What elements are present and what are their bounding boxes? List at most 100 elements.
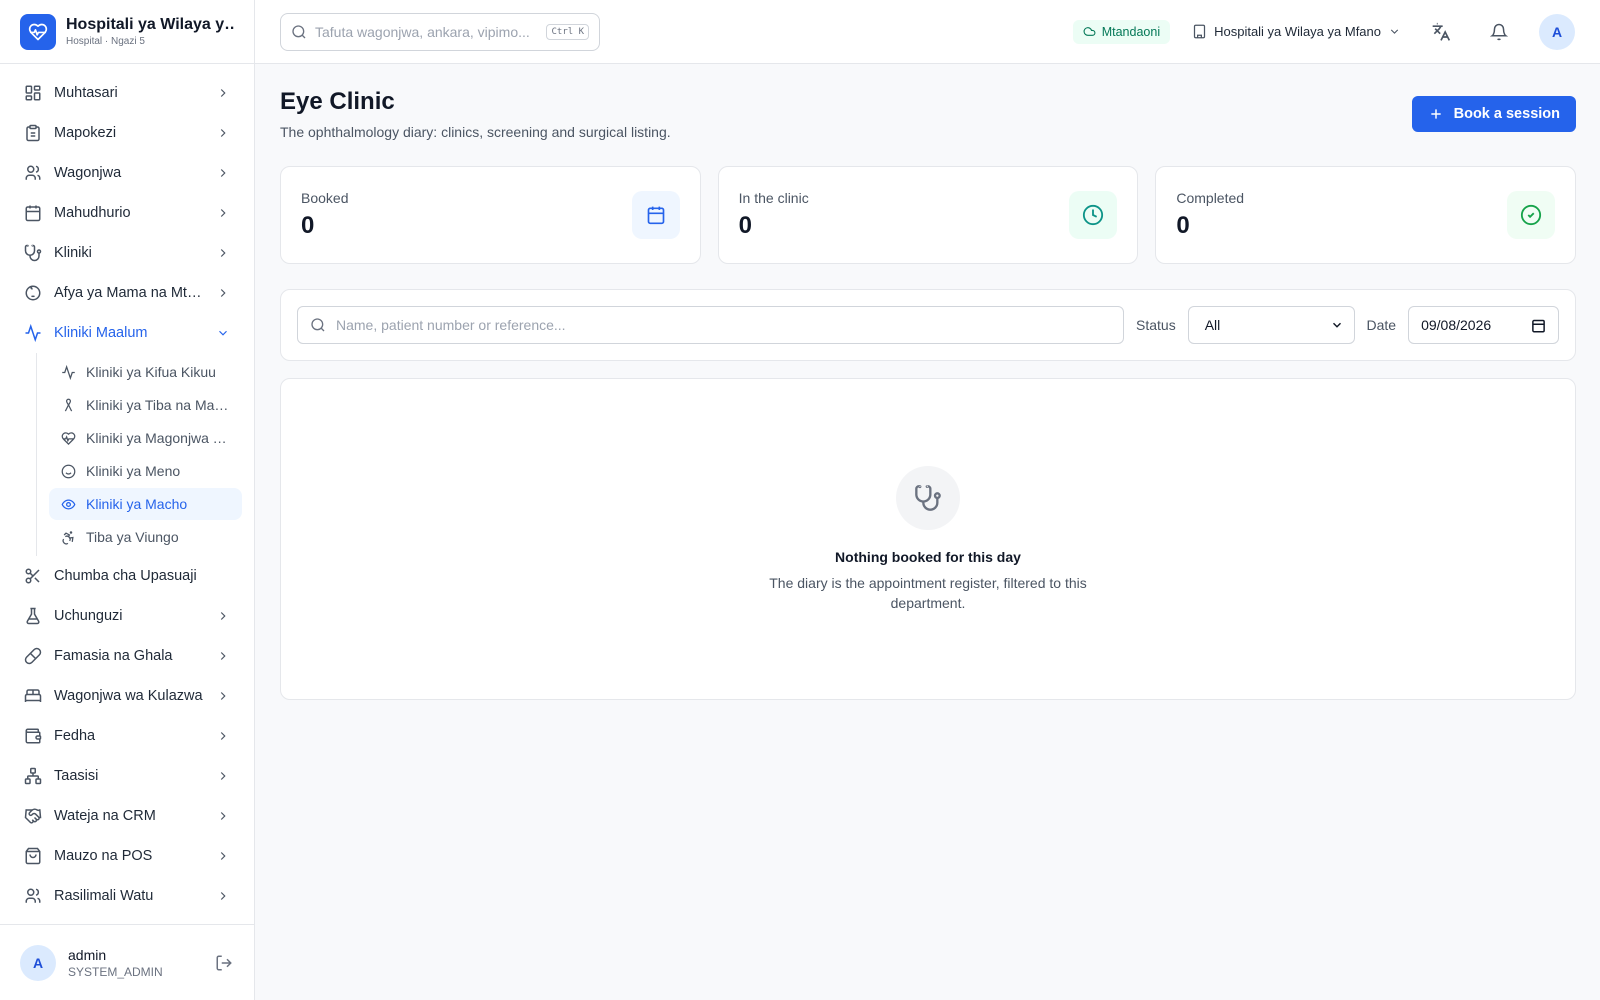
sidebar-subitem-magonjwa[interactable]: Kliniki ya Magonjwa Yasiyoambukiza <box>49 422 242 454</box>
diary-search-field[interactable] <box>297 306 1125 344</box>
connection-status-label: Mtandaoni <box>1101 24 1161 39</box>
diary-search-input[interactable] <box>336 317 1112 333</box>
eye-icon <box>61 497 76 512</box>
heart-pulse-icon <box>61 431 76 446</box>
date-input[interactable]: 09/08/2026 <box>1408 306 1559 344</box>
stethoscope-icon <box>896 466 960 530</box>
chevron-down-icon <box>216 326 230 340</box>
date-input-value: 09/08/2026 <box>1421 317 1492 333</box>
sidebar-item-label: Kliniki Maalum <box>54 325 148 341</box>
sidebar-item-uchunguzi[interactable]: Uchunguzi <box>12 596 242 636</box>
sidebar-item-wagonjwa[interactable]: Wagonjwa <box>12 153 242 193</box>
calendar-icon[interactable] <box>1531 318 1546 333</box>
chevron-right-icon <box>216 689 230 703</box>
smile-icon <box>61 464 76 479</box>
filter-bar: Status All Date 09/08/2026 <box>280 289 1576 361</box>
baby-icon <box>24 284 42 302</box>
sidebar-subitem-label: Kliniki ya Kifua Kikuu <box>86 364 216 380</box>
sidebar-subitem-tiba-matunzo[interactable]: Kliniki ya Tiba na Matunzo <box>49 389 242 421</box>
sidebar-item-kliniki[interactable]: Kliniki <box>12 233 242 273</box>
connection-status-badge: Mtandaoni <box>1072 19 1171 44</box>
sidebar-item-muhtasari[interactable]: Muhtasari <box>12 73 242 113</box>
sidebar-subitem-meno[interactable]: Kliniki ya Meno <box>49 455 242 487</box>
sidebar-item-label: Rasilimali Watu <box>54 888 154 904</box>
plus-icon <box>1428 106 1444 122</box>
facility-switcher[interactable]: Hospitali ya Wilaya ya Mfano <box>1192 24 1401 39</box>
wallet-icon <box>24 727 42 745</box>
brand[interactable]: Hospitali ya Wilaya ya Mfano Hospital · … <box>0 0 254 64</box>
brand-title: Hospitali ya Wilaya ya Mfano <box>66 16 234 33</box>
users-icon <box>24 164 42 182</box>
building-icon <box>1192 24 1207 39</box>
sidebar-item-label: Mapokezi <box>54 125 117 141</box>
stat-card-completed: Completed 0 <box>1155 166 1577 264</box>
activity-icon <box>61 364 76 380</box>
logout-icon[interactable] <box>214 953 234 973</box>
user-role: SYSTEM_ADMIN <box>68 964 163 979</box>
sidebar-subitem-label: Kliniki ya Magonjwa Yasiyoambukiza <box>86 430 230 446</box>
sidebar-item-mauzo-pos[interactable]: Mauzo na POS <box>12 836 242 876</box>
chevron-down-icon <box>1388 25 1401 38</box>
sidebar-subitem-viungo[interactable]: Tiba ya Viungo <box>49 521 242 553</box>
chevron-right-icon <box>216 729 230 743</box>
sidebar-item-label: Mahudhurio <box>54 205 131 221</box>
accessibility-icon <box>61 530 76 545</box>
stat-label: Booked <box>301 190 349 206</box>
flask-icon <box>24 607 42 625</box>
ribbon-icon <box>61 398 76 413</box>
sidebar-subitem-label: Kliniki ya Meno <box>86 463 181 479</box>
stat-label: Completed <box>1176 190 1245 206</box>
sidebar-item-kliniki-maalum[interactable]: Kliniki Maalum <box>12 313 242 353</box>
status-select[interactable]: All <box>1187 306 1355 344</box>
page-subtitle: The ophthalmology diary: clinics, screen… <box>280 124 671 140</box>
book-session-button[interactable]: Book a session <box>1411 96 1576 132</box>
bell-icon[interactable] <box>1481 14 1517 50</box>
sidebar-item-famasia[interactable]: Famasia na Ghala <box>12 636 242 676</box>
language-icon[interactable] <box>1423 14 1459 50</box>
handshake-icon <box>24 807 42 825</box>
avatar[interactable]: A <box>1539 13 1575 50</box>
sidebar-item-label: Mauzo na POS <box>54 848 153 864</box>
sidebar-item-label: Wagonjwa <box>54 165 122 181</box>
empty-state-description: The diary is the appointment register, f… <box>769 575 1087 611</box>
chevron-right-icon <box>216 769 230 783</box>
clock-icon <box>1069 191 1118 239</box>
users-icon <box>24 887 42 905</box>
sidebar-item-rasilimali-watu[interactable]: Rasilimali Watu <box>12 876 242 916</box>
sidebar-item-mahudhurio[interactable]: Mahudhurio <box>12 193 242 233</box>
search-icon <box>291 24 307 40</box>
calendar-icon <box>24 204 42 222</box>
avatar[interactable]: A <box>20 944 56 981</box>
sidebar-nav: Muhtasari Mapokezi Wagonjwa Mahudhurio K… <box>0 64 254 916</box>
search-icon <box>310 317 326 333</box>
sidebar-item-label: Kliniki <box>54 245 92 261</box>
calendar-icon <box>631 191 680 239</box>
user-profile: A admin SYSTEM_ADMIN <box>0 924 254 1000</box>
status-filter-label: Status <box>1136 317 1176 333</box>
sidebar-item-afya-mama-mtoto[interactable]: Afya ya Mama na Mtoto <box>12 273 242 313</box>
sidebar: Hospitali ya Wilaya ya Mfano Hospital · … <box>0 0 255 1000</box>
global-search-input[interactable]: Tafuta wagonjwa, ankara, vipimo... Ctrl … <box>280 12 600 51</box>
stat-value: 0 <box>738 212 753 239</box>
chevron-right-icon <box>216 849 230 863</box>
chevron-right-icon <box>216 166 230 180</box>
sidebar-subitem-kifua-kikuu[interactable]: Kliniki ya Kifua Kikuu <box>49 356 242 388</box>
sidebar-item-mapokezi[interactable]: Mapokezi <box>12 113 242 153</box>
clipboard-icon <box>24 124 42 142</box>
sidebar-item-fedha[interactable]: Fedha <box>12 716 242 756</box>
sidebar-item-label: Famasia na Ghala <box>54 648 173 664</box>
book-session-label: Book a session <box>1453 106 1560 122</box>
stethoscope-icon <box>24 244 42 262</box>
diary-panel: Nothing booked for this day The diary is… <box>280 378 1576 700</box>
sidebar-subitem-macho[interactable]: Kliniki ya Macho <box>49 488 242 520</box>
pill-icon <box>24 647 42 665</box>
sidebar-item-wateja-crm[interactable]: Wateja na CRM <box>12 796 242 836</box>
stat-label: In the clinic <box>738 190 809 206</box>
sidebar-item-kulazwa[interactable]: Wagonjwa wa Kulazwa <box>12 676 242 716</box>
sidebar-item-upasuaji[interactable]: Chumba cha Upasuaji <box>12 556 242 596</box>
empty-state-title: Nothing booked for this day <box>835 549 1021 565</box>
scissors-icon <box>24 567 42 585</box>
sidebar-item-label: Taasisi <box>54 768 99 784</box>
sidebar-item-taasisi[interactable]: Taasisi <box>12 756 242 796</box>
chevron-right-icon <box>216 889 230 903</box>
